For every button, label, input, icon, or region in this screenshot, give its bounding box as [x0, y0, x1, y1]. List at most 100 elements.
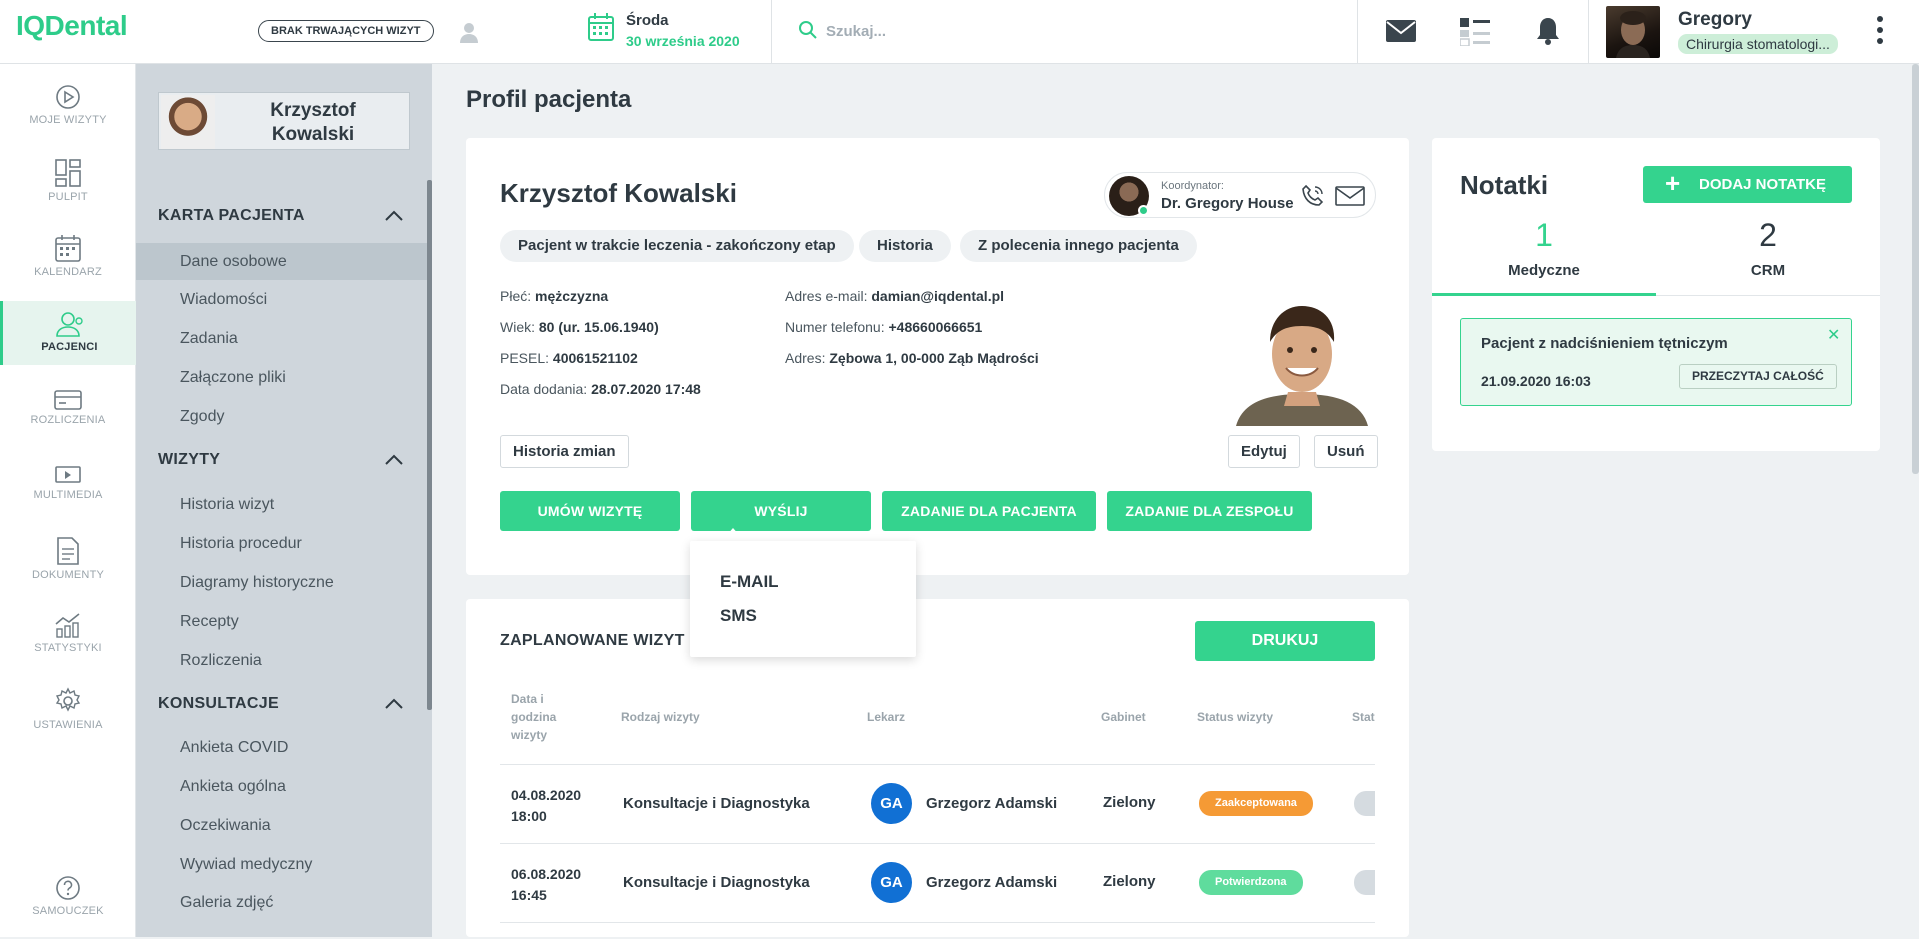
dropdown-caret [726, 528, 740, 536]
nav-label: MOJE WIZYTY [29, 114, 107, 126]
note-text: Pacjent z nadciśnieniem tętniczym [1481, 335, 1728, 352]
current-day: Środa [626, 12, 669, 29]
user-name[interactable]: Gregory [1678, 9, 1752, 31]
subnav-item-zadania[interactable]: Zadania [180, 330, 238, 348]
doctor-name: Grzegorz Adamski [926, 874, 1058, 891]
subnav-item-zgody[interactable]: Zgody [180, 408, 224, 426]
nav-label: SAMOUCZEK [32, 905, 104, 917]
subnav-item-diagramy[interactable]: Diagramy historyczne [180, 574, 334, 592]
nav-moje-wizyty[interactable]: MOJE WIZYTY [0, 84, 136, 148]
dashboard-icon [55, 159, 81, 187]
col-header-type[interactable]: Rodzaj wizyty [621, 708, 700, 726]
subnav-item-wywiad[interactable]: Wywiad medyczny [180, 856, 312, 874]
chevron-up-icon[interactable] [384, 454, 404, 466]
chevron-up-icon[interactable] [384, 698, 404, 710]
visit-status-pill[interactable]: BRAK TRWAJĄCYCH WIZYT [258, 20, 434, 42]
col-header-room[interactable]: Gabinet [1101, 708, 1146, 726]
send-email-option[interactable]: E-MAIL [720, 572, 779, 592]
col-header-stat[interactable]: Stat [1352, 708, 1375, 726]
bell-icon[interactable] [1536, 16, 1560, 46]
app-logo[interactable]: IQDental [16, 10, 128, 42]
doctor-avatar: GA [871, 862, 912, 903]
calendar-icon [55, 235, 81, 262]
edit-button[interactable]: Edytuj [1228, 435, 1300, 468]
patient-avatar [161, 95, 215, 149]
visit-type: Konsultacje i Diagnostyka [623, 795, 810, 812]
visit-datetime: 06.08.2020 16:45 [511, 864, 581, 906]
chevron-up-icon[interactable] [384, 210, 404, 222]
value: Zębowa 1, 00-000 Ząb Mądrości [829, 350, 1039, 366]
visit-room: Zielony [1103, 794, 1156, 811]
col-header-doctor[interactable]: Lekarz [867, 708, 905, 726]
nav-ustawienia[interactable]: USTAWIENIA [0, 687, 136, 751]
subnav-item-galeria[interactable]: Galeria zdjęć [180, 894, 273, 912]
subnav-item-ankieta-ogolna[interactable]: Ankieta ogólna [180, 778, 286, 796]
mail-icon[interactable] [1335, 186, 1365, 206]
history-changes-button[interactable]: Historia zmian [500, 435, 629, 468]
patient-tag-historia[interactable]: Historia [859, 230, 951, 262]
label: Adres e-mail: [785, 288, 868, 304]
add-note-button[interactable]: + DODAJ NOTATKĘ [1643, 166, 1852, 203]
read-all-button[interactable]: PRZECZYTAJ CAŁOŚĆ [1679, 364, 1837, 389]
multimedia-icon [55, 466, 81, 483]
subnav-item-ankieta-covid[interactable]: Ankieta COVID [180, 739, 288, 757]
delete-button[interactable]: Usuń [1314, 435, 1378, 468]
section-karta-pacjenta[interactable]: KARTA PACJENTA [158, 207, 305, 225]
nav-pacjenci[interactable]: PACJENCI [0, 301, 136, 365]
task-for-patient-button[interactable]: ZADANIE DLA PACJENTA [882, 491, 1096, 531]
visit-datetime: 04.08.2020 18:00 [511, 785, 581, 827]
patient-last-name: Kowalski [271, 124, 355, 145]
plus-icon: + [1665, 168, 1681, 198]
patient-tag-referral[interactable]: Z polecenia innego pacjenta [960, 230, 1197, 262]
subnav-item-recepty[interactable]: Recepty [180, 613, 239, 631]
nav-statystyki[interactable]: STATYSTYKI [0, 612, 136, 676]
label: Płeć: [500, 288, 532, 304]
page-scrollbar[interactable] [1912, 64, 1919, 474]
nav-dokumenty[interactable]: DOKUMENTY [0, 537, 136, 601]
section-wizyty[interactable]: WIZYTY [158, 451, 220, 469]
nav-label: STATYSTYKI [34, 642, 102, 654]
nav-samouczek[interactable]: SAMOUCZEK [0, 875, 136, 939]
book-visit-button[interactable]: UMÓW WIZYTĘ [500, 491, 680, 531]
document-icon [57, 537, 79, 565]
label: Adres: [785, 350, 826, 366]
label: Numer telefonu: [785, 319, 885, 335]
close-icon[interactable]: ✕ [1827, 325, 1840, 345]
col-header-date[interactable]: Data i godzina wizyty [511, 690, 581, 744]
print-button[interactable]: DRUKUJ [1195, 621, 1375, 661]
send-button[interactable]: WYŚLIJ [691, 491, 871, 531]
subnav-item-wiadomosci[interactable]: Wiadomości [180, 291, 267, 309]
phone-icon[interactable] [1301, 184, 1325, 208]
col-header-status[interactable]: Status wizyty [1197, 708, 1273, 726]
tasks-list-icon[interactable] [1460, 18, 1490, 46]
patient-tag-status[interactable]: Pacjent w trakcie leczenia - zakończony … [500, 230, 854, 262]
subnav-scrollbar[interactable] [427, 180, 432, 710]
tab-count: 2 [1759, 217, 1777, 253]
subnav-item-dane-osobowe[interactable]: Dane osobowe [136, 243, 427, 280]
search-input[interactable] [826, 18, 1326, 44]
user-avatar[interactable] [1606, 6, 1660, 58]
mail-icon[interactable] [1386, 20, 1416, 42]
tab-label: CRM [1750, 262, 1786, 279]
nav-multimedia[interactable]: MULTIMEDIA [0, 465, 136, 529]
note-card[interactable]: Pacjent z nadciśnieniem tętniczym ✕ 21.0… [1460, 318, 1852, 406]
value: mężczyzna [535, 288, 609, 304]
subnav-item-historia-procedur[interactable]: Historia procedur [180, 535, 302, 553]
nav-pulpit[interactable]: PULPIT [0, 159, 136, 223]
subnav-item-historia-wizyt[interactable]: Historia wizyt [180, 496, 274, 514]
section-konsultacje[interactable]: KONSULTACJE [158, 695, 279, 713]
user-icon [460, 23, 478, 43]
nav-kalendarz[interactable]: KALENDARZ [0, 234, 136, 298]
nav-label: DOKUMENTY [31, 569, 105, 581]
search-icon [799, 21, 817, 39]
subnav-item-zalaczone-pliki[interactable]: Załączone pliki [180, 369, 286, 387]
subnav-item-rozliczenia[interactable]: Rozliczenia [180, 652, 262, 670]
more-menu-icon[interactable] [1876, 16, 1884, 48]
subnav-item-oczekiwania[interactable]: Oczekiwania [180, 817, 271, 835]
nav-rozliczenia[interactable]: ROZLICZENIA [0, 390, 136, 454]
coordinator-label: Koordynator: [1161, 180, 1224, 192]
task-for-team-button[interactable]: ZADANIE DLA ZESPOŁU [1107, 491, 1312, 531]
doctor-avatar: GA [871, 783, 912, 824]
send-sms-option[interactable]: SMS [720, 606, 757, 626]
subnav-patient-card[interactable]: Krzysztof Kowalski [158, 92, 410, 150]
